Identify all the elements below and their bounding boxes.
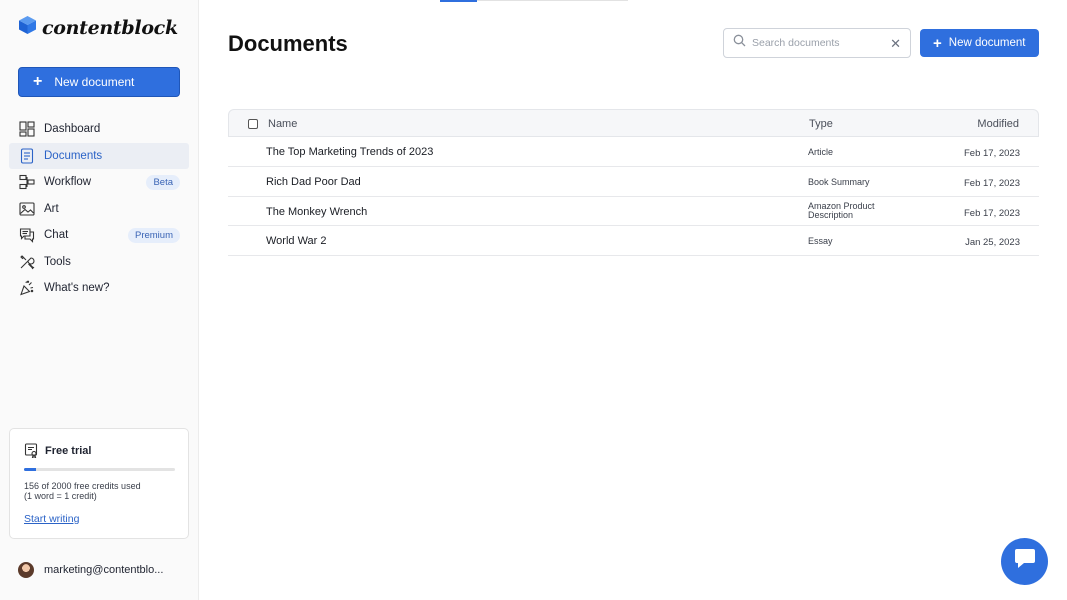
sidebar-item-label: Chat (44, 229, 69, 242)
document-modified: Feb 17, 2023 (964, 207, 1020, 219)
clear-search-icon[interactable]: ✕ (890, 36, 901, 52)
sidebar-item-label: Documents (44, 149, 103, 162)
table-row[interactable]: The Top Marketing Trends of 2023 Article… (228, 137, 1039, 167)
sidebar-item-documents[interactable]: Documents (9, 142, 189, 169)
credits-progress-fill (24, 468, 36, 471)
new-document-label: New document (54, 75, 135, 89)
tools-icon (18, 253, 35, 270)
document-name[interactable]: The Top Marketing Trends of 2023 (266, 146, 433, 158)
credits-note: (1 word = 1 credit) (24, 491, 97, 501)
active-tab-underline (440, 0, 477, 2)
sidebar-item-label: Art (44, 202, 59, 215)
workflow-icon (18, 174, 35, 191)
new-document-label: New document (948, 37, 1026, 49)
avatar (18, 562, 34, 578)
new-document-button[interactable]: + New document (920, 29, 1039, 57)
sidebar-item-dashboard[interactable]: Dashboard (9, 116, 189, 143)
search-box[interactable]: ✕ (723, 28, 911, 58)
sidebar-item-tools[interactable]: Tools (9, 249, 189, 276)
table-row[interactable]: The Monkey Wrench Amazon Product Descrip… (228, 197, 1039, 227)
party-popper-icon (18, 280, 35, 297)
document-type: Essay (808, 236, 833, 247)
sidebar-item-label: What's new? (44, 282, 110, 295)
credits-progress-bar (24, 468, 175, 471)
documents-icon (18, 147, 35, 164)
credits-used: 156 of 2000 free credits used (24, 481, 141, 491)
plus-icon: + (33, 73, 43, 90)
credits-text: 156 of 2000 free credits used (1 word = … (24, 481, 179, 501)
plus-icon: + (933, 34, 942, 52)
image-icon (18, 200, 35, 217)
premium-badge: Premium (127, 228, 180, 243)
chat-support-button[interactable] (1001, 538, 1048, 585)
document-modified: Jan 25, 2023 (965, 237, 1020, 249)
sidebar-nav: Dashboard Documents Workflow Beta Art Ch… (9, 116, 189, 302)
table-row[interactable]: Rich Dad Poor Dad Book Summary Feb 17, 2… (228, 167, 1039, 197)
certificate-icon (24, 443, 39, 458)
document-name[interactable]: Rich Dad Poor Dad (266, 176, 361, 188)
document-type: Book Summary (808, 176, 870, 187)
top-tab-indicator (440, 0, 628, 2)
sidebar: contentblock + New document Dashboard Do… (0, 0, 199, 600)
table-row[interactable]: World War 2 Essay Jan 25, 2023 (228, 226, 1039, 257)
sidebar-item-chat[interactable]: Chat Premium (9, 222, 189, 249)
document-modified: Feb 17, 2023 (964, 177, 1020, 189)
chat-icon (18, 227, 35, 244)
user-email: marketing@contentblo... (44, 564, 164, 576)
user-account[interactable]: marketing@contentblo... (18, 562, 163, 578)
document-type: Article (808, 147, 834, 157)
sidebar-item-whats-new[interactable]: What's new? (9, 275, 189, 302)
search-icon (733, 34, 746, 52)
document-modified: Feb 17, 2023 (964, 148, 1020, 159)
column-header-modified[interactable]: Modified (977, 118, 1019, 130)
new-document-button-sidebar[interactable]: + New document (18, 67, 180, 97)
logo[interactable]: contentblock (18, 15, 178, 40)
sidebar-item-workflow[interactable]: Workflow Beta (9, 169, 189, 196)
start-writing-link[interactable]: Start writing (24, 513, 79, 525)
column-header-type[interactable]: Type (809, 118, 833, 130)
sidebar-item-label: Dashboard (44, 123, 101, 136)
free-trial-title: Free trial (45, 444, 92, 457)
document-name[interactable]: The Monkey Wrench (266, 206, 367, 218)
cube-logo-icon (18, 15, 37, 40)
table-header: Name Type Modified (228, 109, 1039, 137)
beta-badge: Beta (146, 175, 180, 190)
free-trial-header: Free trial (24, 443, 91, 458)
sidebar-item-art[interactable]: Art (9, 196, 189, 223)
page-title: Documents (228, 31, 348, 56)
logo-text: contentblock (42, 16, 178, 39)
document-name[interactable]: World War 2 (266, 235, 327, 247)
dashboard-icon (18, 121, 35, 138)
search-input[interactable] (752, 37, 882, 49)
select-all-checkbox[interactable] (248, 119, 258, 129)
column-header-name[interactable]: Name (268, 118, 297, 130)
chat-bubble-icon (1013, 548, 1037, 575)
free-trial-card: Free trial 156 of 2000 free credits used… (9, 428, 189, 539)
document-type: Amazon Product Description (808, 200, 875, 221)
sidebar-item-label: Tools (44, 255, 71, 268)
documents-table: Name Type Modified The Top Marketing Tre… (228, 109, 1039, 257)
sidebar-item-label: Workflow (44, 176, 92, 189)
